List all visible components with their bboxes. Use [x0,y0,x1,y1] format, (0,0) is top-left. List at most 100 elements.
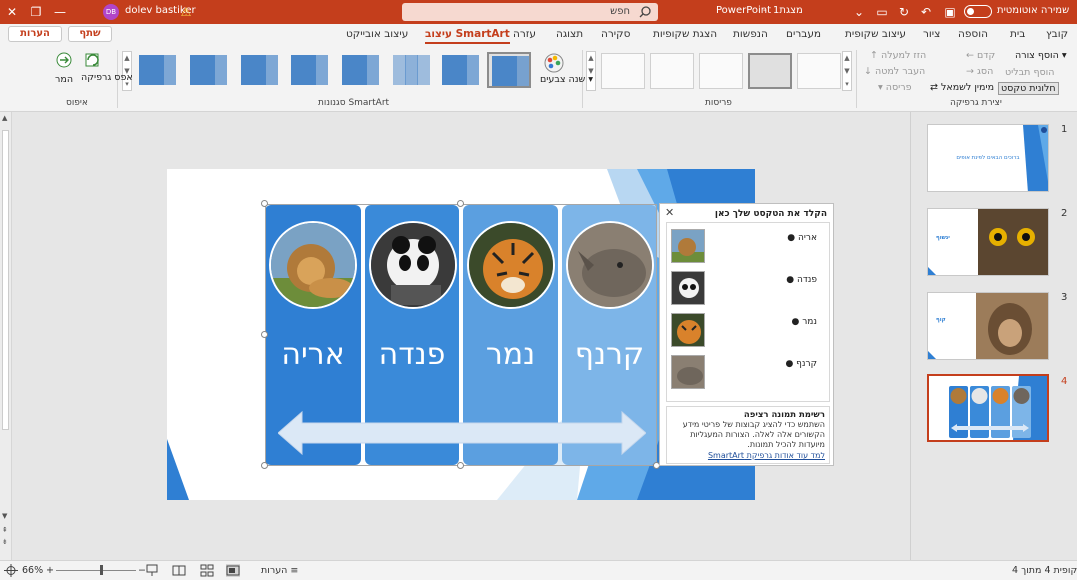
tab-draw[interactable]: ציור [923,28,940,40]
tab-transitions[interactable]: מעברים [786,28,821,40]
tab-file[interactable]: קובץ [1046,28,1068,40]
slide-thumbnail-4[interactable] [927,374,1049,442]
title-separator: - [763,5,767,16]
add-bullet-button[interactable]: הוסף תבליט [1005,67,1054,78]
smartart-style-6[interactable] [237,52,281,88]
tab-animations[interactable]: הנפשות [733,28,768,40]
warning-icon[interactable]: ⚠ [178,4,194,20]
add-shape-button[interactable]: הוסף צורה ▾ [1015,50,1067,61]
learn-more-link[interactable]: למד עוד אודות גרפיקת SmartArt [708,451,825,460]
right-to-left-button[interactable]: ⇄ מימין לשמאל [930,82,994,93]
layout-thumb-3[interactable] [699,53,743,89]
notes-button[interactable]: הערות ≡ [261,565,298,576]
minimize-icon[interactable]: — [52,4,68,20]
promote-button[interactable]: ← קדם [966,50,995,61]
tab-help[interactable]: עזרה [513,28,536,40]
layout-dropdown[interactable]: ▾ פריסה [878,82,912,93]
zoom-level[interactable]: 66% [22,565,43,576]
zoom-slider[interactable] [56,570,136,571]
tab-slideshow[interactable]: הצגת שקופיות [653,28,717,40]
reading-view-icon[interactable] [172,564,186,577]
layout-thumb-2[interactable] [748,53,792,89]
share-button[interactable]: שתף [68,26,112,42]
smartart-selection-frame[interactable] [265,204,657,466]
smartart-style-8[interactable] [135,52,179,88]
tab-view[interactable]: תצוגה [556,28,583,40]
resize-handle[interactable] [261,331,268,338]
slide-thumbnail-1[interactable]: ברוכים הבאים לפינת אופים [927,124,1049,192]
resize-handle[interactable] [261,200,268,207]
fit-to-window-icon[interactable] [4,564,18,577]
smartart-style-7[interactable] [186,52,230,88]
convert-icon[interactable] [54,50,74,70]
scroll-thumb[interactable] [2,130,9,430]
list-item[interactable]: ● פנדה [786,275,817,285]
panda-thumbnail[interactable] [671,271,705,305]
smartart-style-3[interactable] [389,52,433,88]
vertical-scrollbar[interactable]: ▲ ▼ ⇞ ⇟ [0,112,12,560]
layout-thumb-1[interactable] [797,53,841,89]
redo-icon[interactable]: ↻ [896,4,912,20]
list-item[interactable]: ● אריה [787,233,817,243]
tab-home[interactable]: בית [1010,28,1025,40]
styles-scroll[interactable]: ▲ ▼ ▾ [122,51,132,91]
layouts-group-label: פריסות [705,98,732,108]
search-box[interactable]: חפש [402,3,658,21]
resize-handle[interactable] [261,462,268,469]
tab-format[interactable]: עיצוב אובייקט [346,28,408,40]
tab-review[interactable]: סקירה [601,28,630,40]
list-item[interactable]: ● נמר [791,317,817,327]
search-placeholder: חפש [610,6,630,17]
autosave-toggle[interactable] [964,5,992,18]
tab-design[interactable]: עיצוב שקופית [845,28,906,40]
lion-thumbnail[interactable] [671,229,705,263]
qat-more-icon[interactable]: ⌄ [851,4,867,20]
list-item[interactable]: ● קרנף [785,359,817,369]
tab-smartart-design[interactable]: עיצוב SmartArt [425,28,510,44]
slide-sorter-icon[interactable] [200,564,214,577]
tiger-thumbnail[interactable] [671,313,705,347]
slide-number: 1 [1061,124,1068,135]
save-icon[interactable]: ▣ [942,4,958,20]
layouts-scroll-left[interactable]: ▲ ▼ [586,51,596,91]
demote-button[interactable]: → הסג [966,66,993,77]
next-slide-icon[interactable]: ⇟ [2,538,8,546]
zoom-in-icon[interactable]: + [46,565,54,576]
scroll-down-icon[interactable]: ▼ [2,512,7,520]
avatar[interactable]: DB [103,4,119,20]
close-icon[interactable]: ✕ [4,4,20,20]
undo-icon[interactable]: ↶ [918,4,934,20]
zoom-slider-thumb[interactable] [100,565,103,575]
present-icon[interactable]: ▭ [874,4,890,20]
scroll-up-icon[interactable]: ▲ [2,114,7,122]
rhino-thumbnail[interactable] [671,355,705,389]
reset-graphic-button[interactable]: אפס גרפיקה [81,72,133,83]
palette-icon[interactable] [543,52,565,74]
smartart-style-2[interactable] [438,52,482,88]
normal-view-icon[interactable] [226,564,240,577]
change-colors-button[interactable]: שנה צבעים ▾ [540,74,593,85]
layout-thumb-5[interactable] [601,53,645,89]
resize-handle[interactable] [457,462,464,469]
restore-icon[interactable]: ❐ [28,4,44,20]
close-icon[interactable]: ✕ [665,206,674,219]
smartart-style-4[interactable] [338,52,382,88]
text-pane-button[interactable]: חלונית טקסט [998,82,1059,95]
tab-insert[interactable]: הוספה [958,28,988,40]
move-up-button[interactable]: ↑ הזז למעלה [870,50,926,61]
text-pane-list[interactable]: ● אריה ● פנדה ● נמר ● קרנף [666,222,830,402]
prev-slide-icon[interactable]: ⇞ [2,526,8,534]
slide-thumbnail-2[interactable]: ינשוף [927,208,1049,276]
move-down-button[interactable]: ↓ העבר למטה [864,66,925,77]
resize-handle[interactable] [457,200,464,207]
comments-button[interactable]: הערות [8,26,62,42]
layouts-scroll[interactable]: ▲ ▼ ▾ [842,51,852,91]
layout-thumb-4[interactable] [650,53,694,89]
reset-graphic-icon[interactable] [83,50,103,70]
smartart-style-1[interactable] [487,52,531,88]
smartart-style-5[interactable] [287,52,331,88]
smartart-text-pane[interactable]: ✕ הקלד את הטקסט שלך כאן ● אריה ● פנדה ● … [659,203,834,466]
convert-button[interactable]: המר [55,74,73,85]
slide-thumbnail-3[interactable]: קוף [927,292,1049,360]
slideshow-view-icon[interactable] [145,564,159,577]
